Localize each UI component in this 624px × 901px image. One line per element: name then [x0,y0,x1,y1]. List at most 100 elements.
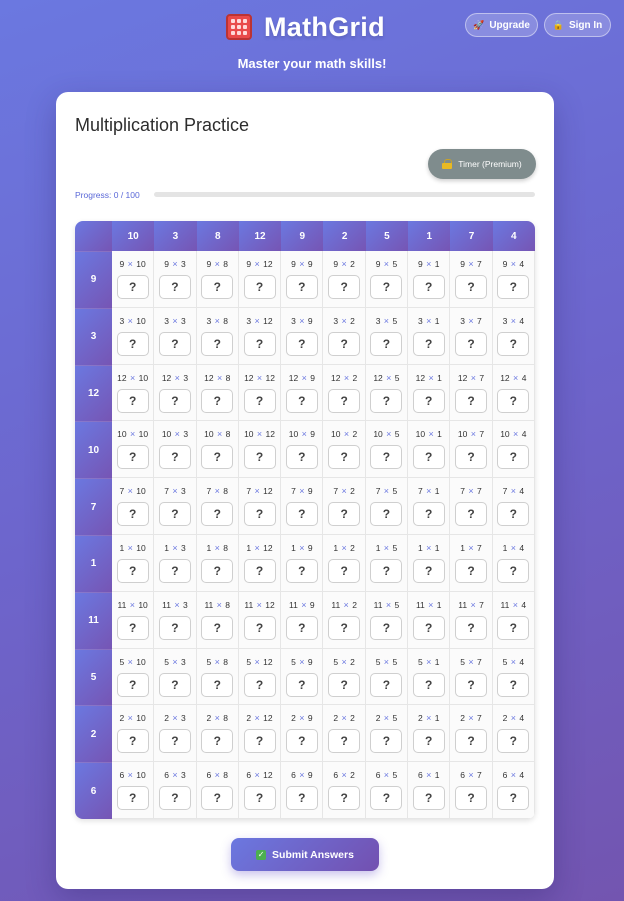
answer-input[interactable] [370,672,403,697]
answer-input[interactable] [370,558,403,583]
answer-input[interactable] [243,275,276,299]
answer-input[interactable] [497,445,530,470]
answer-input[interactable] [243,558,276,583]
answer-input[interactable] [116,672,149,697]
answer-input[interactable] [328,275,361,299]
answer-input[interactable] [455,331,488,356]
answer-input[interactable] [412,331,445,356]
answer-input[interactable] [243,729,276,754]
answer-input[interactable] [412,388,445,413]
answer-input[interactable] [116,558,149,583]
answer-input[interactable] [158,672,191,697]
answer-input[interactable] [116,786,149,811]
answer-input[interactable] [158,729,191,754]
answer-input[interactable] [497,275,530,299]
answer-input[interactable] [243,331,276,356]
answer-input[interactable] [243,388,276,413]
answer-input[interactable] [370,502,403,527]
answer-input[interactable] [285,729,318,754]
answer-input[interactable] [116,331,149,356]
answer-input[interactable] [412,445,445,470]
answer-input[interactable] [158,786,191,811]
answer-input[interactable] [285,786,318,811]
answer-input[interactable] [243,502,276,527]
answer-input[interactable] [201,672,234,697]
answer-input[interactable] [201,275,234,299]
answer-input[interactable] [370,615,403,640]
answer-input[interactable] [455,615,488,640]
answer-input[interactable] [328,729,361,754]
answer-input[interactable] [412,502,445,527]
upgrade-button[interactable]: 🚀 Upgrade [465,13,538,37]
answer-input[interactable] [328,786,361,811]
answer-input[interactable] [370,388,403,413]
answer-input[interactable] [243,672,276,697]
answer-input[interactable] [201,502,234,527]
answer-input[interactable] [328,331,361,356]
answer-input[interactable] [497,672,530,697]
answer-input[interactable] [158,388,191,413]
answer-input[interactable] [455,672,488,697]
answer-input[interactable] [412,275,445,299]
answer-input[interactable] [455,786,488,811]
answer-input[interactable] [370,445,403,470]
answer-input[interactable] [116,388,149,413]
answer-input[interactable] [455,445,488,470]
answer-input[interactable] [201,615,234,640]
answer-input[interactable] [455,558,488,583]
answer-input[interactable] [412,558,445,583]
answer-input[interactable] [285,502,318,527]
answer-input[interactable] [455,729,488,754]
answer-input[interactable] [158,615,191,640]
submit-answers-button[interactable]: ✓ Submit Answers [231,838,379,871]
answer-input[interactable] [201,786,234,811]
answer-input[interactable] [158,502,191,527]
answer-input[interactable] [328,502,361,527]
answer-input[interactable] [243,615,276,640]
sign-in-button[interactable]: 🔒 Sign In [544,13,611,37]
answer-input[interactable] [497,615,530,640]
answer-input[interactable] [243,786,276,811]
answer-input[interactable] [497,786,530,811]
answer-input[interactable] [370,331,403,356]
answer-input[interactable] [158,445,191,470]
answer-input[interactable] [497,331,530,356]
answer-input[interactable] [412,729,445,754]
answer-input[interactable] [328,445,361,470]
answer-input[interactable] [328,615,361,640]
answer-input[interactable] [285,331,318,356]
answer-input[interactable] [412,786,445,811]
answer-input[interactable] [116,615,149,640]
answer-input[interactable] [158,558,191,583]
answer-input[interactable] [328,558,361,583]
answer-input[interactable] [497,388,530,413]
answer-input[interactable] [412,615,445,640]
answer-input[interactable] [328,672,361,697]
answer-input[interactable] [201,558,234,583]
answer-input[interactable] [158,331,191,356]
answer-input[interactable] [455,388,488,413]
timer-premium-button[interactable]: Timer (Premium) [428,149,536,179]
answer-input[interactable] [285,445,318,470]
answer-input[interactable] [370,729,403,754]
answer-input[interactable] [497,729,530,754]
answer-input[interactable] [116,275,149,299]
answer-input[interactable] [201,445,234,470]
answer-input[interactable] [497,558,530,583]
answer-input[interactable] [285,615,318,640]
answer-input[interactable] [285,672,318,697]
answer-input[interactable] [370,275,403,299]
answer-input[interactable] [201,388,234,413]
answer-input[interactable] [285,388,318,413]
answer-input[interactable] [116,502,149,527]
answer-input[interactable] [243,445,276,470]
answer-input[interactable] [370,786,403,811]
answer-input[interactable] [285,275,318,299]
answer-input[interactable] [116,445,149,470]
answer-input[interactable] [328,388,361,413]
answer-input[interactable] [116,729,149,754]
answer-input[interactable] [455,502,488,527]
answer-input[interactable] [412,672,445,697]
answer-input[interactable] [497,502,530,527]
answer-input[interactable] [201,331,234,356]
